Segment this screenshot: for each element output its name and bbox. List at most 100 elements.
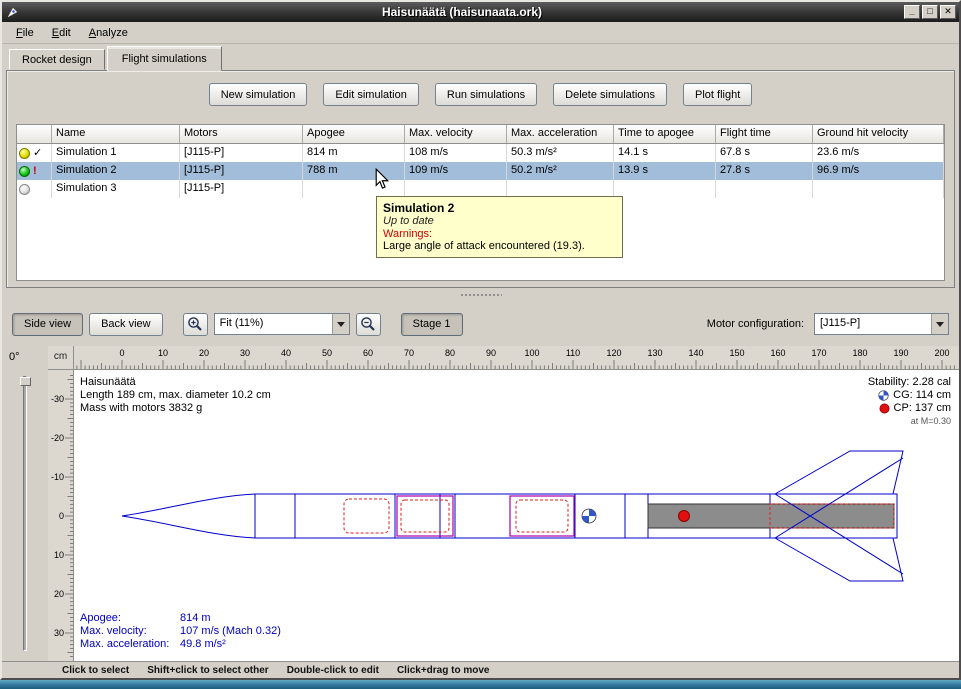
table-body: ✓Simulation 1[J115-P]814 m108 m/s50.3 m/… <box>17 144 944 198</box>
svg-text:0: 0 <box>119 348 124 358</box>
splitter-grip[interactable] <box>460 293 502 298</box>
table-cell <box>716 180 813 198</box>
rotation-value: 0° <box>2 346 48 363</box>
table-cell: 23.6 m/s <box>813 144 944 162</box>
new-simulation-button[interactable]: New simulation <box>209 83 308 106</box>
svg-text:70: 70 <box>404 348 414 358</box>
tab-rocket-design[interactable]: Rocket design <box>9 49 105 70</box>
cp-marker <box>679 511 690 522</box>
maximize-button[interactable]: □ <box>922 5 938 19</box>
hint-bar: Click to select Shift+click to select ot… <box>2 661 959 678</box>
rotation-slider-handle[interactable] <box>20 377 31 386</box>
svg-text:40: 40 <box>281 348 291 358</box>
tab-flight-simulations[interactable]: Flight simulations <box>107 46 222 71</box>
zoom-out-button[interactable] <box>356 313 381 336</box>
table-cell <box>614 180 716 198</box>
menu-analyze[interactable]: Analyze <box>81 24 136 42</box>
column-header-ground-hit-velocity[interactable]: Ground hit velocity <box>813 125 944 143</box>
table-cell: 109 m/s <box>405 162 507 180</box>
delete-simulations-button[interactable]: Delete simulations <box>553 83 667 106</box>
zoom-select-value: Fit (11%) <box>215 314 332 334</box>
table-cell: Simulation 1 <box>52 144 180 162</box>
cg-icon <box>878 390 889 401</box>
plot-flight-button[interactable]: Plot flight <box>683 83 752 106</box>
column-header-status[interactable] <box>17 125 52 143</box>
cp-icon <box>879 403 890 414</box>
column-header-apogee[interactable]: Apogee <box>303 125 405 143</box>
view-toolbar: Side view Back view Fit (11%) Stage 1 M <box>2 302 959 346</box>
svg-text:80: 80 <box>445 348 455 358</box>
column-header-max-velocity[interactable]: Max. velocity <box>405 125 507 143</box>
svg-text:30: 30 <box>54 628 64 638</box>
svg-text:-20: -20 <box>51 433 64 443</box>
side-view-button[interactable]: Side view <box>12 313 83 336</box>
simulation-status-cell <box>17 180 52 198</box>
table-cell: 814 m <box>303 144 405 162</box>
svg-text:20: 20 <box>54 589 64 599</box>
svg-text:110: 110 <box>566 348 580 358</box>
menu-edit[interactable]: Edit <box>44 24 79 42</box>
rocket-dimensions: Length 189 cm, max. diameter 10.2 cm <box>80 389 271 402</box>
window-title: Haisunäätä (haisunaata.ork) <box>20 5 904 19</box>
split-divider[interactable] <box>2 288 959 302</box>
hint-click-select: Click to select <box>62 665 129 676</box>
table-row[interactable]: !Simulation 2[J115-P]788 m109 m/s50.2 m/… <box>17 162 944 180</box>
column-header-motors[interactable]: Motors <box>180 125 303 143</box>
rocket-mass: Mass with motors 3832 g <box>80 402 271 415</box>
back-view-button[interactable]: Back view <box>89 313 163 336</box>
column-header-time-to-apogee[interactable]: Time to apogee <box>614 125 716 143</box>
status-mark: ! <box>33 163 37 180</box>
flight-info-value: 814 m <box>180 612 281 625</box>
tooltip-title: Simulation 2 <box>383 201 616 215</box>
table-cell: 27.8 s <box>716 162 813 180</box>
table-cell: 67.8 s <box>716 144 813 162</box>
chevron-down-icon <box>936 322 944 327</box>
table-cell: Simulation 3 <box>52 180 180 198</box>
svg-text:160: 160 <box>770 348 785 358</box>
zoom-in-button[interactable] <box>183 313 208 336</box>
rotation-slider[interactable] <box>23 376 27 651</box>
status-ball-icon <box>19 184 30 195</box>
svg-text:170: 170 <box>811 348 826 358</box>
run-simulations-button[interactable]: Run simulations <box>435 83 537 106</box>
menu-file[interactable]: File <box>8 24 42 42</box>
svg-text:-30: -30 <box>51 394 64 404</box>
zoom-select[interactable]: Fit (11%) <box>214 313 350 335</box>
column-header-name[interactable]: Name <box>52 125 180 143</box>
column-header-flight-time[interactable]: Flight time <box>716 125 813 143</box>
flight-info-value: 49.8 m/s² <box>180 638 281 651</box>
motor-configuration-value: [J115-P] <box>815 314 931 334</box>
titlebar[interactable]: Haisunäätä (haisunaata.ork) _ □ ✕ <box>2 2 959 22</box>
table-row[interactable]: ✓Simulation 1[J115-P]814 m108 m/s50.3 m/… <box>17 144 944 162</box>
simulation-toolbar: New simulation Edit simulation Run simul… <box>16 83 945 106</box>
rotation-control: 0° <box>2 346 48 661</box>
table-cell: 13.9 s <box>614 162 716 180</box>
zoom-select-arrow[interactable] <box>332 314 349 334</box>
svg-text:150: 150 <box>729 348 744 358</box>
tooltip-warnings-label: Warnings: <box>383 228 616 240</box>
cg-value: CG: 114 cm <box>893 389 951 402</box>
chevron-down-icon <box>337 322 345 327</box>
table-cell: 14.1 s <box>614 144 716 162</box>
svg-text:100: 100 <box>524 348 539 358</box>
svg-text:10: 10 <box>158 348 168 358</box>
hint-shift-click: Shift+click to select other <box>147 665 268 676</box>
cp-value: CP: 137 cm <box>894 402 951 415</box>
close-button[interactable]: ✕ <box>940 5 956 19</box>
motor-configuration-arrow[interactable] <box>931 314 948 334</box>
flight-info-value: 107 m/s (Mach 0.32) <box>180 625 281 638</box>
edit-simulation-button[interactable]: Edit simulation <box>323 83 419 106</box>
motor-configuration-label: Motor configuration: <box>707 318 804 330</box>
simulation-tooltip: Simulation 2 Up to date Warnings: Large … <box>376 196 623 258</box>
svg-text:10: 10 <box>54 550 64 560</box>
svg-text:190: 190 <box>893 348 908 358</box>
svg-text:-10: -10 <box>51 472 64 482</box>
svg-text:120: 120 <box>606 348 621 358</box>
motor-configuration-select[interactable]: [J115-P] <box>814 313 949 335</box>
svg-text:60: 60 <box>363 348 373 358</box>
stage-1-toggle[interactable]: Stage 1 <box>401 313 463 336</box>
column-header-max-acceleration[interactable]: Max. acceleration <box>507 125 614 143</box>
minimize-button[interactable]: _ <box>904 5 920 19</box>
rocket-canvas[interactable]: Haisunäätä Length 189 cm, max. diameter … <box>74 370 959 661</box>
hint-click-drag: Click+drag to move <box>397 665 490 676</box>
